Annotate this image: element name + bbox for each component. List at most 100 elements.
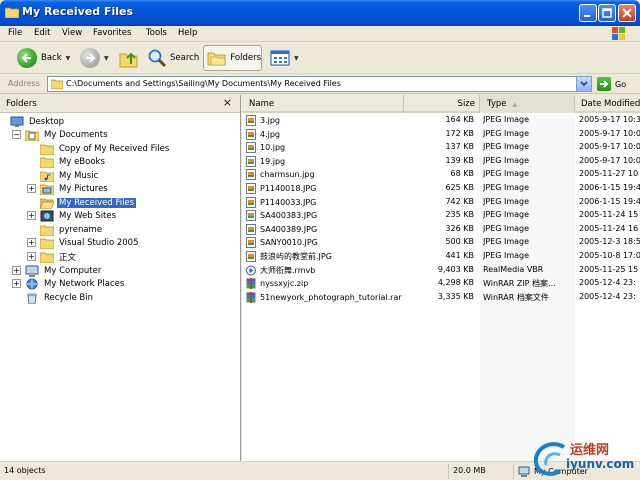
jpeg-file-icon	[246, 210, 256, 222]
file-row[interactable]: charmsun.jpg 68 KB JPEG Image 2005-11-27 10	[242, 167, 640, 181]
tree-item-visual-studio-2005[interactable]: Visual Studio 2005	[40, 236, 140, 250]
back-button[interactable]: Back ▼	[17, 45, 70, 71]
views-button[interactable]: ▼	[270, 45, 299, 71]
folder-icon	[40, 238, 54, 249]
file-name: nyssxyjc.zip	[260, 279, 309, 289]
expand-icon[interactable]: +	[27, 211, 36, 220]
status-object-count: 14 objects	[4, 466, 46, 475]
file-date: 2006-1-15 19:4	[579, 196, 640, 206]
column-header-size[interactable]: Size	[404, 95, 480, 113]
address-input[interactable]: C:\Documents and Settings\Sailing\My Doc…	[47, 76, 592, 92]
menu-view[interactable]: View	[62, 28, 82, 38]
tree-item-label: My Pictures	[59, 184, 108, 194]
expand-icon[interactable]: +	[12, 266, 21, 275]
go-button[interactable]: Go	[597, 77, 626, 91]
expand-icon[interactable]: +	[27, 184, 36, 193]
column-header-type[interactable]: Type ▲	[480, 95, 575, 113]
file-row[interactable]: SA400389.JPG 326 KB JPEG Image 2005-11-24 1…	[242, 222, 640, 236]
file-row[interactable]: P1140018.JPG 625 KB JPEG Image 2006-1-15 19…	[242, 181, 640, 195]
file-type: JPEG Image	[483, 196, 530, 206]
tree-item-label: My Web Sites	[59, 211, 117, 221]
file-name: SA400383.JPG	[260, 211, 318, 221]
column-header-date[interactable]: Date Modified	[575, 95, 640, 113]
menu-help[interactable]: Help	[178, 28, 197, 38]
chevron-down-icon[interactable]: ▼	[66, 55, 71, 62]
menu-edit[interactable]: Edit	[34, 28, 50, 38]
folders-pane-title: Folders	[6, 99, 37, 109]
file-name-cell: P1140018.JPG	[246, 183, 402, 194]
close-button[interactable]	[618, 4, 636, 22]
menu-file[interactable]: File	[8, 28, 22, 38]
title-bar[interactable]: My Received Files	[0, 0, 640, 26]
folder-icon	[40, 157, 54, 168]
column-header-name[interactable]: Name	[242, 95, 404, 113]
tree-item-my-web-sites[interactable]: My Web Sites	[40, 209, 118, 223]
tree-item-label: My Computer	[44, 266, 102, 276]
address-dropdown-button[interactable]	[576, 77, 591, 91]
file-row[interactable]: 51newyork_photograph_tutorial.rar 3,335 K…	[242, 290, 640, 304]
tree-item-label: My Network Places	[44, 279, 125, 289]
menu-favorites[interactable]: Favorites	[93, 28, 131, 38]
file-date: 2005-12-4 23:	[579, 278, 636, 288]
file-name-cell: 鼓浪屿的教堂前.JPG	[246, 251, 402, 262]
sort-ascending-icon: ▲	[512, 101, 518, 108]
file-row[interactable]: 3.jpg 164 KB JPEG Image 2005-9-17 10:3	[242, 113, 640, 127]
file-date: 2005-9-17 10:0	[579, 142, 640, 152]
file-row[interactable]: P1140033.JPG 742 KB JPEG Image 2006-1-15 19…	[242, 195, 640, 209]
chevron-down-icon[interactable]: ▼	[104, 55, 109, 62]
jpeg-file-icon	[246, 237, 256, 249]
tree-item-my-pictures[interactable]: My Pictures	[40, 182, 110, 196]
up-folder-button[interactable]	[118, 45, 140, 71]
search-button[interactable]: Search	[147, 45, 199, 71]
expand-icon[interactable]: +	[27, 238, 36, 247]
tree-item-label: pyrename	[59, 225, 103, 235]
folders-icon	[207, 52, 226, 66]
file-row[interactable]: 10.jpg 137 KB JPEG Image 2005-9-17 10:0	[242, 140, 640, 154]
file-row[interactable]: 大师衔舞.rmvb 9,403 KB RealMedia VBR 2005-11-25…	[242, 263, 640, 277]
watermark-text: 运维网	[570, 443, 610, 458]
recycle-bin-icon	[27, 293, 37, 304]
forward-button[interactable]: ▼	[80, 45, 109, 71]
file-size: 441 KB	[445, 251, 474, 260]
tree-item-my-ebooks[interactable]: My eBooks	[40, 155, 107, 169]
tree-item-label: Visual Studio 2005	[59, 238, 139, 248]
web-folder-icon	[40, 210, 54, 222]
address-value: C:\Documents and Settings\Sailing\My Doc…	[66, 79, 341, 88]
search-label: Search	[170, 53, 200, 63]
close-icon	[622, 8, 632, 18]
collapse-icon[interactable]: −	[12, 130, 21, 139]
file-type: WinRAR ZIP 档案...	[483, 279, 556, 289]
file-row[interactable]: SA400383.JPG 235 KB JPEG Image 2005-11-24 1…	[242, 208, 640, 222]
file-row[interactable]: 4.jpg 172 KB JPEG Image 2005-9-17 10:0	[242, 127, 640, 141]
file-row[interactable]: 19.jpg 139 KB JPEG Image 2005-9-17 10:0	[242, 154, 640, 168]
minimize-button[interactable]	[579, 4, 597, 22]
file-row[interactable]: SANY0010.JPG 500 KB JPEG Image 2005-12-3 18…	[242, 235, 640, 249]
folders-button[interactable]: Folders	[203, 45, 262, 71]
expand-icon[interactable]: +	[27, 252, 36, 261]
tree-item-recycle-bin[interactable]: Recycle Bin	[25, 291, 95, 305]
jpeg-file-icon	[246, 196, 256, 208]
tree-item-desktop[interactable]: Desktop	[10, 115, 66, 129]
back-arrow-icon	[17, 48, 37, 68]
music-folder-icon	[40, 171, 54, 182]
tree-item-my-documents[interactable]: My Documents	[25, 128, 110, 142]
menu-tools[interactable]: Tools	[146, 28, 167, 38]
file-date: 2005-11-27 10	[579, 169, 639, 179]
tree-item-my-received-files[interactable]: My Received Files	[40, 196, 137, 210]
maximize-button[interactable]	[598, 4, 616, 22]
tree-item-copy-of-my-received-files[interactable]: Copy of My Received Files	[40, 142, 171, 156]
file-name: 10.jpg	[260, 143, 286, 153]
tree-item-[interactable]: 正文	[40, 250, 78, 264]
winrar-archive-icon	[246, 291, 256, 303]
file-row[interactable]: nyssxyjc.zip 4,298 KB WinRAR ZIP 档案... 2005…	[242, 276, 640, 290]
tree-item-my-music[interactable]: My Music	[40, 169, 100, 183]
expand-icon[interactable]: +	[12, 279, 21, 288]
chevron-down-icon[interactable]: ▼	[294, 55, 299, 62]
close-pane-icon[interactable]: ×	[223, 96, 232, 109]
tree-item-my-computer[interactable]: My Computer	[25, 264, 103, 278]
file-type: JPEG Image	[483, 128, 530, 138]
file-size: 4,298 KB	[437, 278, 474, 288]
file-row[interactable]: 鼓浪屿的教堂前.JPG 441 KB JPEG Image 2005-10-8 17:…	[242, 249, 640, 263]
tree-item-my-network-places[interactable]: My Network Places	[25, 277, 126, 291]
tree-item-pyrename[interactable]: pyrename	[40, 223, 104, 237]
